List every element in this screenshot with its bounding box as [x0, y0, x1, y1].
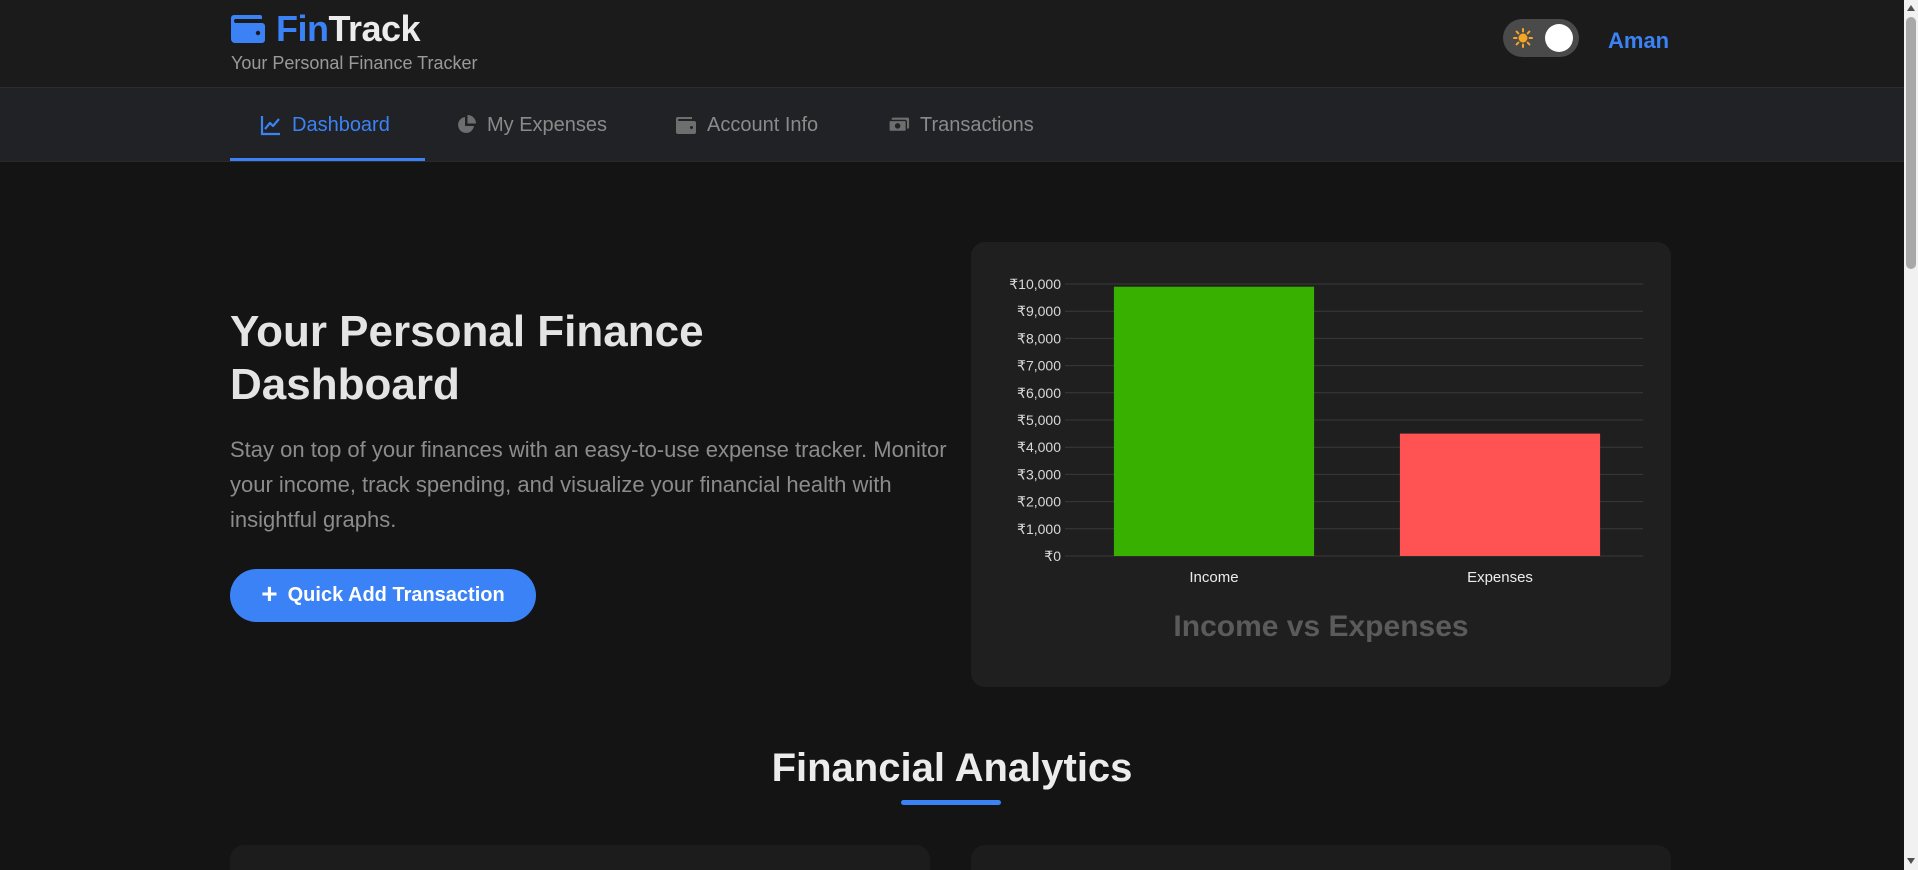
chart-title: Income vs Expenses: [1173, 610, 1469, 643]
wallet-logo-icon: [231, 15, 265, 43]
scrollbar-thumb[interactable]: [1906, 17, 1916, 269]
income-vs-expenses-chart: ₹0 ₹1,000 ₹2,000 ₹3,000 ₹4,000 ₹5,000 ₹6,000 ₹7…: [1009, 276, 1643, 586]
brand-name-fin: Fin: [276, 8, 329, 49]
brand-name-track: Track: [328, 8, 421, 49]
y-tick-label: ₹7,000: [1017, 358, 1061, 374]
hero-title: Your Personal Finance Dashboard: [230, 307, 704, 409]
tab-label: Dashboard: [292, 113, 390, 136]
y-tick-label: ₹2,000: [1017, 494, 1061, 510]
y-tick-label: ₹5,000: [1017, 412, 1061, 428]
line-chart-icon: [260, 116, 280, 136]
analytics-card-right: [971, 845, 1671, 870]
y-tick-label: ₹3,000: [1017, 466, 1061, 482]
x-tick-label: Expenses: [1467, 569, 1533, 586]
tab-account-info[interactable]: Account Info: [675, 88, 818, 162]
hero-description: Stay on top of your finances with an eas…: [230, 437, 947, 532]
bar-expenses[interactable]: [1399, 433, 1601, 556]
plus-icon: +: [261, 578, 278, 609]
pie-chart-icon: [458, 115, 476, 133]
y-tick-label: ₹8,000: [1017, 330, 1061, 346]
y-tick-label: ₹10,000: [1009, 276, 1061, 292]
analytics-title: Financial Analytics: [771, 746, 1133, 790]
y-tick-label: ₹6,000: [1017, 385, 1061, 401]
tab-label: My Expenses: [487, 113, 608, 136]
analytics-card-left: [230, 845, 930, 870]
quick-add-transaction-button[interactable]: + Quick Add Transaction: [230, 569, 536, 622]
y-tick-label: ₹0: [1044, 548, 1061, 564]
tab-label: Account Info: [707, 113, 819, 136]
scroll-up-arrow-icon[interactable]: [1907, 5, 1915, 11]
main-nav: Dashboard My Expenses Account Info Trans…: [0, 88, 1904, 162]
quick-add-label: Quick Add Transaction: [287, 584, 505, 606]
tab-label: Transactions: [920, 113, 1034, 136]
sun-icon: [1513, 28, 1533, 48]
y-tick-label: ₹9,000: [1017, 303, 1061, 319]
active-tab-indicator: [230, 158, 425, 161]
income-vs-expenses-card: ₹0 ₹1,000 ₹2,000 ₹3,000 ₹4,000 ₹5,000 ₹6,000 ₹7…: [971, 242, 1671, 687]
app-header: FinTrack Your Personal Finance Tracker A…: [0, 0, 1904, 88]
y-tick-label: ₹1,000: [1017, 521, 1061, 537]
tab-my-expenses[interactable]: My Expenses: [455, 88, 607, 162]
bar-income[interactable]: [1113, 286, 1315, 556]
toggle-knob: [1545, 24, 1573, 52]
brand-logo[interactable]: FinTrack: [230, 8, 421, 50]
y-tick-label: ₹4,000: [1017, 439, 1061, 455]
user-name-link[interactable]: Aman: [1608, 28, 1669, 54]
analytics-title-underline: [901, 800, 1001, 805]
tab-dashboard[interactable]: Dashboard: [260, 88, 390, 162]
tab-transactions[interactable]: Transactions: [888, 88, 1034, 162]
money-bill-icon: [888, 117, 910, 133]
page-scrollbar[interactable]: [1904, 0, 1918, 870]
wallet-icon: [676, 117, 696, 134]
x-tick-label: Income: [1189, 569, 1238, 586]
scroll-down-arrow-icon[interactable]: [1907, 858, 1915, 864]
theme-toggle[interactable]: [1503, 19, 1579, 57]
brand-tagline: Your Personal Finance Tracker: [231, 53, 478, 73]
